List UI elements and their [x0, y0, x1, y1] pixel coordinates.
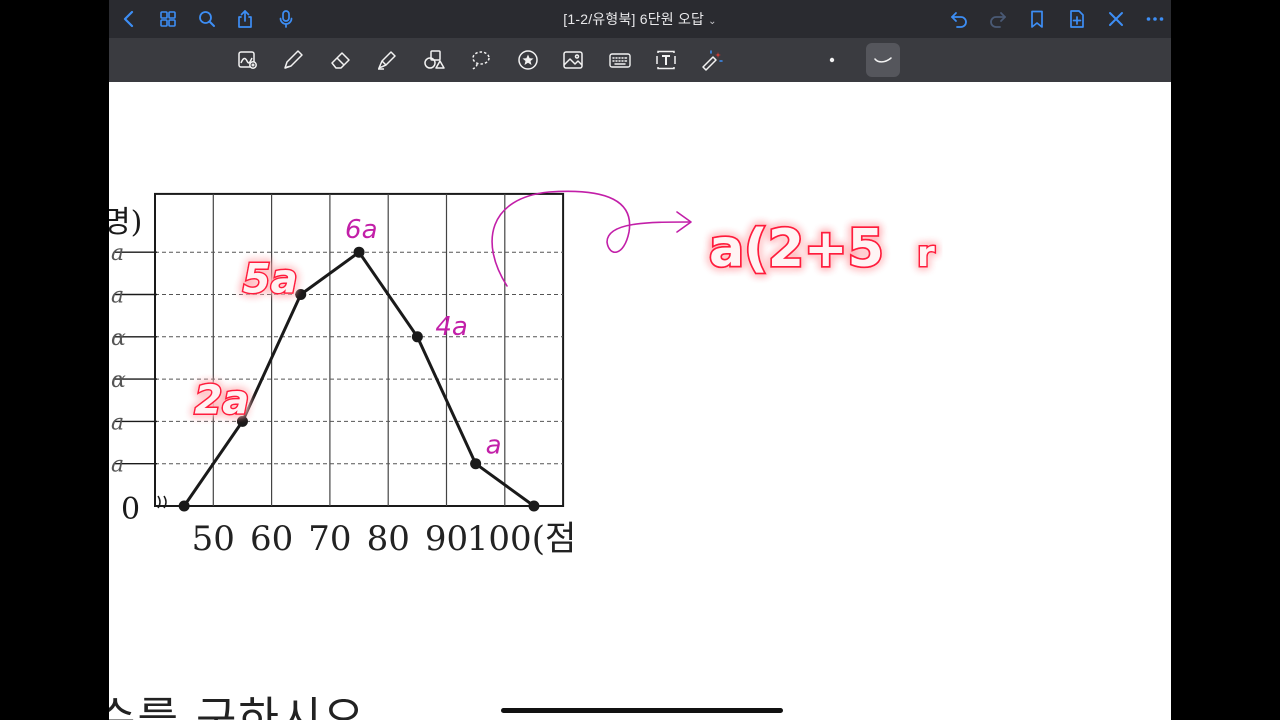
- question-text: 수를 구하시오.: [109, 693, 382, 720]
- chevron-down-icon: ⌄: [708, 16, 717, 27]
- stroke-size-dot-icon[interactable]: [818, 46, 846, 74]
- y-axis-mark: a: [111, 284, 124, 309]
- redo-icon[interactable]: [986, 7, 1010, 31]
- pen-icon[interactable]: [279, 46, 307, 74]
- x-tick-label: 100(점: [467, 519, 576, 559]
- keyboard-icon[interactable]: [606, 46, 634, 74]
- home-indicator: [501, 708, 783, 713]
- zoom-window-icon[interactable]: [234, 46, 262, 74]
- y-axis-label: 명): [109, 205, 142, 240]
- navigation-bar: [1-2/유형북] 6단원 오답 ⌄: [109, 0, 1171, 38]
- point-label: 5a: [243, 257, 298, 303]
- image-icon[interactable]: [559, 46, 587, 74]
- y-zero-label: 0: [121, 492, 140, 527]
- x-tick-label: 50: [192, 519, 235, 559]
- point-label: 4a: [435, 312, 467, 342]
- drawing-toolbar: [109, 38, 1171, 82]
- pen-arrow-stroke: [491, 190, 690, 287]
- y-axis-mark: a: [111, 453, 124, 478]
- point-label: a: [486, 431, 502, 461]
- lasso-icon[interactable]: [467, 46, 495, 74]
- x-tick-label: 60: [250, 519, 293, 559]
- data-point: [178, 500, 190, 512]
- point-label: 2a: [194, 377, 249, 423]
- data-point: [411, 331, 423, 343]
- data-point: [470, 458, 482, 470]
- undo-icon[interactable]: [947, 7, 971, 31]
- notes-app: [1-2/유형북] 6단원 오답 ⌄ a a ɑ ɑ a a 명) 0 50 6…: [109, 0, 1171, 720]
- elements-icon[interactable]: [514, 46, 542, 74]
- note-page-canvas[interactable]: a a ɑ ɑ a a 명) 0 50 60 70 80 90 100(점 2a 5a 6a 4a a a(2+5 r…: [109, 82, 1171, 720]
- close-icon[interactable]: [1104, 7, 1128, 31]
- y-axis-mark: ɑ: [111, 368, 126, 393]
- shapes-icon[interactable]: [420, 46, 448, 74]
- laser-pointer-icon[interactable]: [698, 46, 726, 74]
- data-point: [353, 246, 365, 258]
- x-tick-label: 90: [425, 519, 468, 559]
- stroke-style-curve-icon[interactable]: [866, 43, 900, 77]
- y-axis-mark: a: [111, 241, 124, 266]
- highlighter-icon[interactable]: [373, 46, 401, 74]
- eraser-icon[interactable]: [327, 46, 355, 74]
- data-point: [528, 500, 540, 512]
- x-tick-label: 80: [367, 519, 410, 559]
- text-tool-icon[interactable]: [652, 46, 680, 74]
- bookmark-icon[interactable]: [1025, 7, 1049, 31]
- add-page-icon[interactable]: [1065, 7, 1089, 31]
- handwritten-equation-tail: r: [917, 234, 935, 275]
- more-icon[interactable]: [1143, 7, 1167, 31]
- y-axis-mark: ɑ: [111, 326, 126, 351]
- point-label: 6a: [345, 215, 377, 245]
- frequency-polygon-chart: aaɑɑaa명)050 60 70 80 90100(점 2a5a6a4aaa(2+5 r: [109, 190, 937, 559]
- handwritten-equation: a(2+5: [709, 219, 884, 279]
- x-tick-label: 70: [308, 519, 351, 559]
- y-axis-mark: a: [111, 410, 124, 435]
- document-title-text: [1-2/유형북] 6단원 오답: [563, 11, 705, 27]
- document-title[interactable]: [1-2/유형북] 6단원 오답 ⌄: [109, 9, 1171, 29]
